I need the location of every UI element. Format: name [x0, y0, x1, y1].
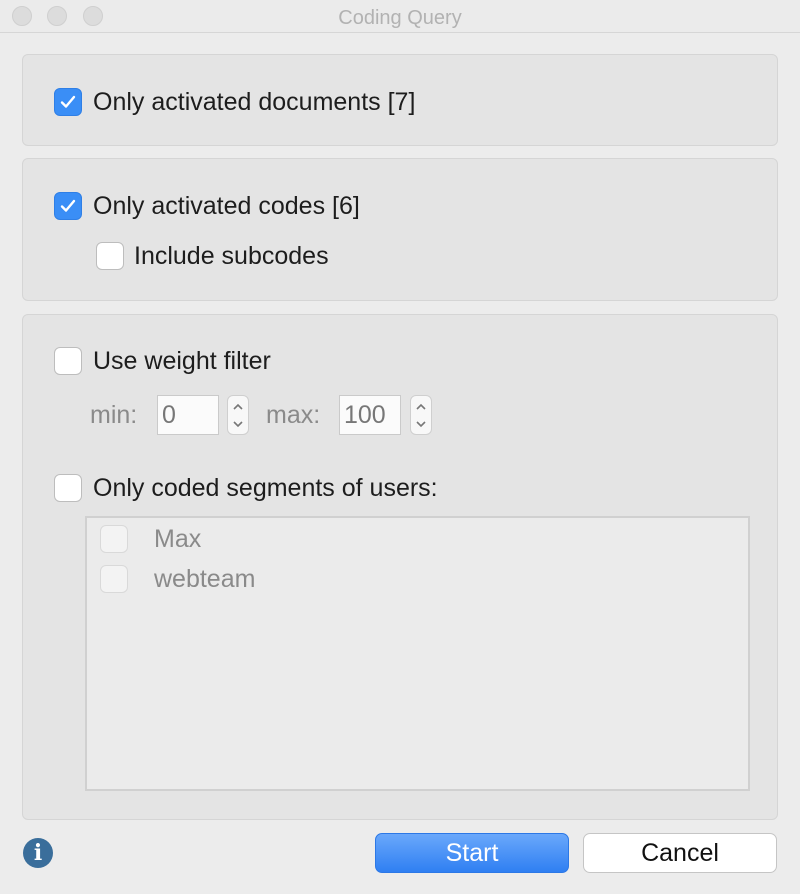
cancel-button[interactable]: Cancel — [583, 833, 777, 873]
only-activated-codes-label[interactable]: Only activated codes [6] — [93, 192, 360, 220]
user-max-checkbox[interactable] — [100, 525, 128, 553]
use-weight-filter-label[interactable]: Use weight filter — [93, 347, 271, 375]
include-subcodes-checkbox[interactable] — [96, 242, 124, 270]
only-activated-documents-label[interactable]: Only activated documents [7] — [93, 88, 415, 116]
max-weight-stepper[interactable] — [410, 395, 432, 435]
users-list[interactable] — [85, 516, 750, 791]
user-max-label: Max — [154, 525, 202, 553]
chevron-down-icon — [416, 421, 426, 428]
title-bar: Coding Query — [0, 0, 800, 33]
use-weight-filter-checkbox[interactable] — [54, 347, 82, 375]
start-button[interactable]: Start — [375, 833, 569, 873]
only-activated-codes-checkbox[interactable] — [54, 192, 82, 220]
user-webteam-label: webteam — [154, 565, 256, 593]
checkmark-icon — [60, 199, 76, 212]
info-icon[interactable]: i — [23, 838, 53, 868]
only-coded-segments-label[interactable]: Only coded segments of users: — [93, 474, 438, 502]
codes-panel — [22, 158, 778, 301]
chevron-up-icon — [416, 403, 426, 410]
max-weight-field[interactable]: 100 — [339, 395, 401, 435]
chevron-up-icon — [233, 403, 243, 410]
user-webteam-checkbox[interactable] — [100, 565, 128, 593]
min-label: min: — [90, 401, 138, 429]
window-title: Coding Query — [338, 7, 462, 29]
min-weight-stepper[interactable] — [227, 395, 249, 435]
max-label: max: — [266, 401, 321, 429]
chevron-down-icon — [233, 421, 243, 428]
min-weight-field[interactable]: 0 — [157, 395, 219, 435]
only-activated-documents-checkbox[interactable] — [54, 88, 82, 116]
checkmark-icon — [60, 95, 76, 108]
only-coded-segments-checkbox[interactable] — [54, 474, 82, 502]
include-subcodes-label[interactable]: Include subcodes — [134, 242, 329, 270]
